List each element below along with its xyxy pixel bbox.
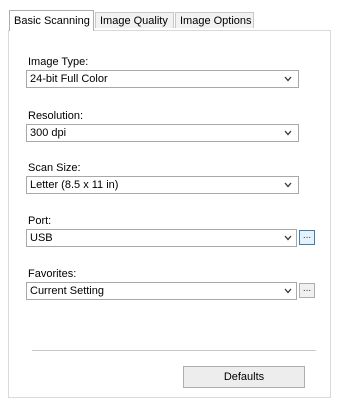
image-type-select[interactable]: 24-bit Full Color xyxy=(26,70,299,88)
favorites-label: Favorites: xyxy=(28,268,77,280)
tab-strip: Basic Scanning Image Quality Image Optio… xyxy=(9,10,331,31)
port-select[interactable]: USB xyxy=(26,229,297,247)
resolution-value: 300 dpi xyxy=(30,127,67,139)
tab-image-options[interactable]: Image Options xyxy=(175,12,254,28)
defaults-button[interactable]: Defaults xyxy=(183,366,305,388)
scan-size-select[interactable]: Letter (8.5 x 11 in) xyxy=(26,176,299,194)
port-label: Port: xyxy=(28,215,52,227)
favorites-browse-button[interactable]: ... xyxy=(299,283,315,298)
favorites-select[interactable]: Current Setting xyxy=(26,282,297,300)
port-value: USB xyxy=(30,232,53,244)
chevron-down-icon xyxy=(284,235,292,241)
resolution-label: Resolution: xyxy=(28,110,84,122)
image-type-label: Image Type: xyxy=(28,56,89,68)
chevron-down-icon xyxy=(284,182,292,188)
divider xyxy=(32,350,316,351)
resolution-select[interactable]: 300 dpi xyxy=(26,124,299,142)
chevron-down-icon xyxy=(284,76,292,82)
scan-size-value: Letter (8.5 x 11 in) xyxy=(30,179,119,191)
chevron-down-icon xyxy=(284,288,292,294)
image-type-value: 24-bit Full Color xyxy=(30,73,108,85)
favorites-value: Current Setting xyxy=(30,285,104,297)
chevron-down-icon xyxy=(284,130,292,136)
tab-image-quality[interactable]: Image Quality xyxy=(95,12,174,28)
tab-basic-scanning[interactable]: Basic Scanning xyxy=(9,10,94,31)
scan-size-label: Scan Size: xyxy=(28,162,81,174)
port-browse-button[interactable]: ... xyxy=(299,230,315,245)
